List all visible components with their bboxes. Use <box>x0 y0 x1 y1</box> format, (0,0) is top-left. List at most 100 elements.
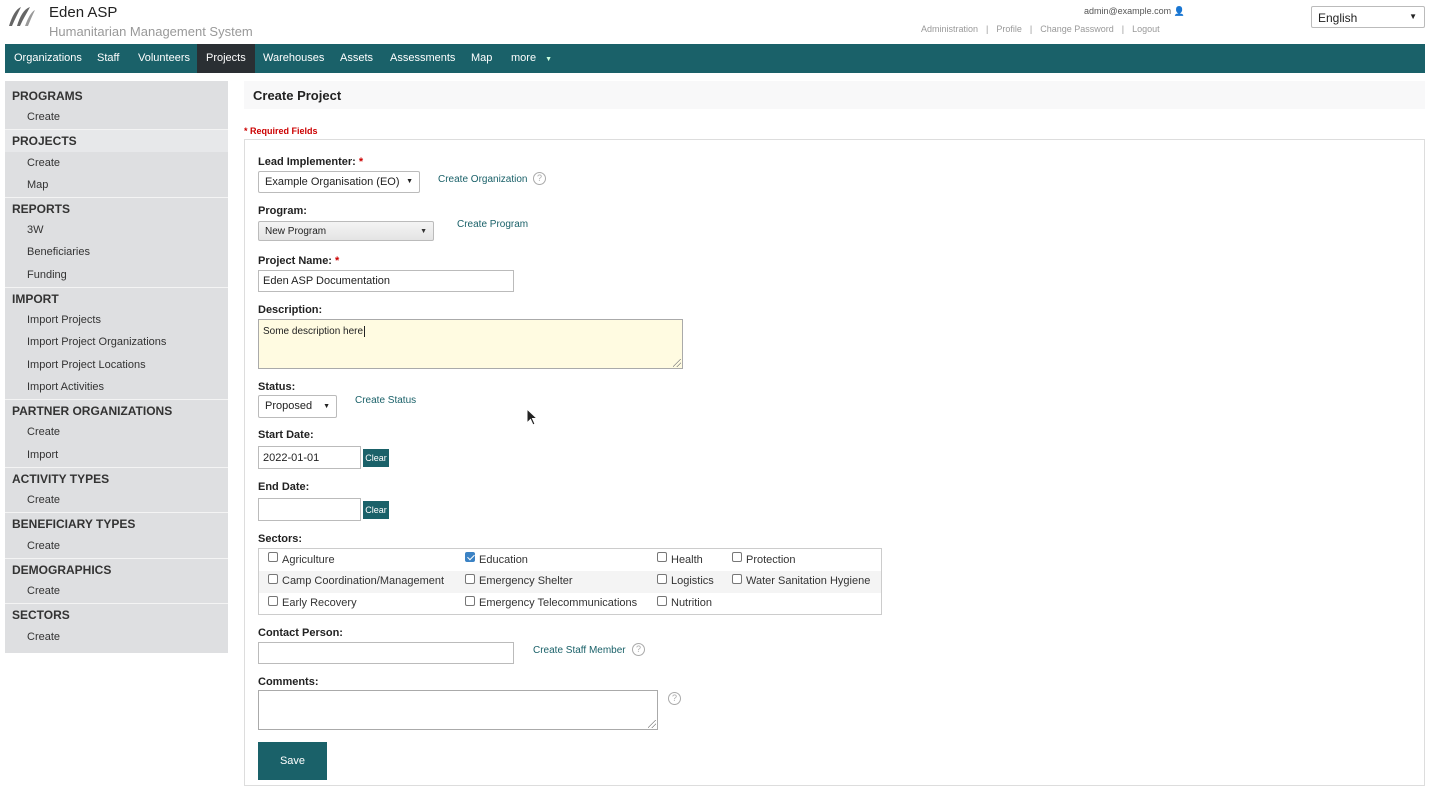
user-email: admin@example.com 👤 <box>1084 6 1185 17</box>
sidebar-item-funding[interactable]: Funding <box>27 269 67 281</box>
sidebar-item-partner-create[interactable]: Create <box>27 426 60 438</box>
sector-label-education[interactable]: Education <box>479 554 528 566</box>
sidebar-heading-import[interactable]: IMPORT <box>5 288 228 310</box>
sidebar-heading-beneficiary-types[interactable]: BENEFICIARY TYPES <box>5 513 228 535</box>
create-staff-member-link[interactable]: Create Staff Member <box>533 645 626 656</box>
contact-person-input[interactable] <box>258 642 514 664</box>
sector-checkbox-agriculture[interactable] <box>268 552 278 562</box>
help-icon[interactable]: ? <box>632 643 645 656</box>
sector-checkbox-health[interactable] <box>657 552 667 562</box>
resize-grip-icon[interactable] <box>673 359 681 367</box>
status-value: Proposed <box>265 400 313 412</box>
sidebar-item-programs-create[interactable]: Create <box>27 111 60 123</box>
sidebar-item-import-activities[interactable]: Import Activities <box>27 381 104 393</box>
sector-checkbox-emergency-telecommunications[interactable] <box>465 596 475 606</box>
project-name-input[interactable] <box>258 270 514 292</box>
sector-checkbox-education[interactable] <box>465 552 475 562</box>
user-links: Administration | Profile | Change Password | L… <box>921 24 1160 34</box>
sidebar: PROGRAMS Create PROJECTS Create Map REPO… <box>5 81 228 653</box>
sector-label-camp-coordination[interactable]: Camp Coordination/Management <box>282 575 444 587</box>
nav-warehouses[interactable]: Warehouses <box>254 44 333 73</box>
header: Eden ASP Humanitarian Management System … <box>0 0 1442 44</box>
resize-grip-icon[interactable] <box>648 720 656 728</box>
sector-label-protection[interactable]: Protection <box>746 554 796 566</box>
project-name-label-text: Project Name: <box>258 255 332 267</box>
sidebar-heading-reports[interactable]: REPORTS <box>5 198 228 220</box>
nav-map[interactable]: Map <box>462 44 501 73</box>
app-name[interactable]: Eden ASP <box>49 4 117 21</box>
nav-more-label: more <box>511 52 537 64</box>
chevron-down-icon: ▼ <box>406 178 413 185</box>
sidebar-item-beneficiaries[interactable]: Beneficiaries <box>27 246 90 258</box>
nav-staff[interactable]: Staff <box>88 44 128 73</box>
create-status-link[interactable]: Create Status <box>355 395 416 406</box>
nav-assets[interactable]: Assets <box>331 44 382 73</box>
start-date-input[interactable] <box>258 446 361 469</box>
lead-implementer-value: Example Organisation (EO) <box>265 176 400 188</box>
save-button[interactable]: Save <box>258 742 327 780</box>
sector-label-health[interactable]: Health <box>671 554 703 566</box>
program-label: Program: <box>258 205 307 217</box>
sector-label-emergency-shelter[interactable]: Emergency Shelter <box>479 575 573 587</box>
comments-textarea[interactable] <box>258 690 658 730</box>
sector-label-emergency-telecommunications[interactable]: Emergency Telecommunications <box>479 597 637 609</box>
nav-projects[interactable]: Projects <box>197 44 255 73</box>
sector-checkbox-camp-coordination[interactable] <box>268 574 278 584</box>
profile-link[interactable]: Profile <box>996 24 1022 34</box>
sector-label-agriculture[interactable]: Agriculture <box>282 554 335 566</box>
sidebar-heading-activity-types[interactable]: ACTIVITY TYPES <box>5 468 228 490</box>
sidebar-item-demographics-create[interactable]: Create <box>27 585 60 597</box>
sidebar-item-3w[interactable]: 3W <box>27 224 44 236</box>
sidebar-item-import-project-organizations[interactable]: Import Project Organizations <box>27 336 166 348</box>
eden-logo-icon[interactable] <box>6 4 36 28</box>
sector-label-wash[interactable]: Water Sanitation Hygiene <box>746 575 870 587</box>
comments-label: Comments: <box>258 676 319 688</box>
logout-link[interactable]: Logout <box>1132 24 1160 34</box>
sidebar-heading-projects[interactable]: PROJECTS <box>5 130 228 152</box>
sidebar-item-activity-types-create[interactable]: Create <box>27 494 60 506</box>
sector-label-logistics[interactable]: Logistics <box>671 575 714 587</box>
help-icon[interactable]: ? <box>668 692 681 705</box>
language-select[interactable]: English ▼ <box>1311 6 1425 28</box>
nav-more[interactable]: more ▼ <box>502 44 561 73</box>
sidebar-item-partner-import[interactable]: Import <box>27 449 58 461</box>
status-label: Status: <box>258 381 296 393</box>
nav-assessments[interactable]: Assessments <box>381 44 464 73</box>
sidebar-item-import-project-locations[interactable]: Import Project Locations <box>27 359 146 371</box>
sector-checkbox-wash[interactable] <box>732 574 742 584</box>
sector-checkbox-early-recovery[interactable] <box>268 596 278 606</box>
create-organization-link[interactable]: Create Organization <box>438 174 528 185</box>
status-select[interactable]: Proposed ▼ <box>258 395 337 418</box>
chevron-down-icon: ▼ <box>420 228 427 235</box>
sidebar-heading-sectors[interactable]: SECTORS <box>5 604 228 626</box>
description-textarea[interactable]: Some description here <box>258 319 683 369</box>
sidebar-item-beneficiary-types-create[interactable]: Create <box>27 540 60 552</box>
sidebar-item-projects-map[interactable]: Map <box>27 179 48 191</box>
sector-checkbox-logistics[interactable] <box>657 574 667 584</box>
sidebar-heading-demographics[interactable]: DEMOGRAPHICS <box>5 559 228 581</box>
end-date-input[interactable] <box>258 498 361 521</box>
sidebar-item-sectors-create[interactable]: Create <box>27 631 60 643</box>
sector-label-early-recovery[interactable]: Early Recovery <box>282 597 357 609</box>
sector-checkbox-emergency-shelter[interactable] <box>465 574 475 584</box>
nav-organizations[interactable]: Organizations <box>5 44 91 73</box>
nav-volunteers[interactable]: Volunteers <box>129 44 199 73</box>
lead-implementer-select[interactable]: Example Organisation (EO) ▼ <box>258 171 420 193</box>
sector-checkbox-protection[interactable] <box>732 552 742 562</box>
administration-link[interactable]: Administration <box>921 24 978 34</box>
sidebar-item-projects-create[interactable]: Create <box>27 157 60 169</box>
help-icon[interactable]: ? <box>533 172 546 185</box>
main-navbar: Organizations Staff Volunteers Projects … <box>5 44 1425 73</box>
sector-label-nutrition[interactable]: Nutrition <box>671 597 712 609</box>
sidebar-heading-programs[interactable]: PROGRAMS <box>5 85 228 107</box>
sector-checkbox-nutrition[interactable] <box>657 596 667 606</box>
sidebar-item-import-projects[interactable]: Import Projects <box>27 314 101 326</box>
program-select[interactable]: New Program ▼ <box>258 221 434 241</box>
user-email-text: admin@example.com <box>1084 6 1172 16</box>
user-icon: 👤 <box>1173 6 1185 16</box>
sidebar-heading-partner-organizations[interactable]: PARTNER ORGANIZATIONS <box>5 400 228 422</box>
create-program-link[interactable]: Create Program <box>457 219 528 230</box>
start-date-clear-button[interactable]: Clear <box>363 449 389 467</box>
end-date-clear-button[interactable]: Clear <box>363 501 389 519</box>
change-password-link[interactable]: Change Password <box>1040 24 1114 34</box>
